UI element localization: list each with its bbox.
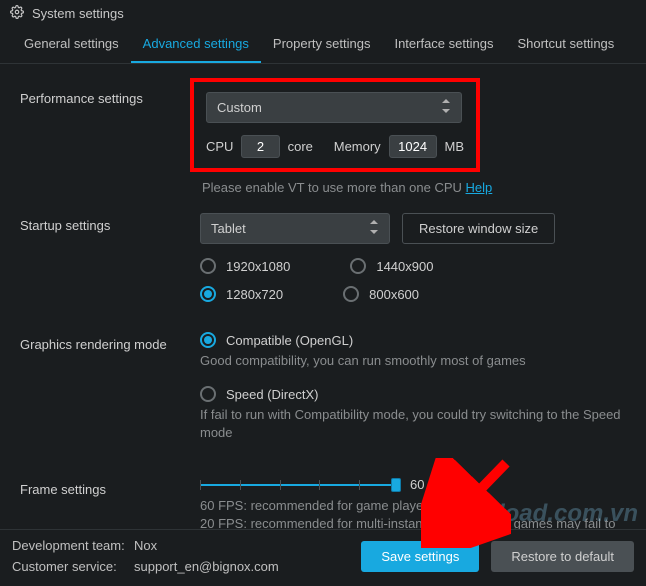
graphics-radio-compatible[interactable]: Compatible (OpenGL)	[200, 332, 626, 348]
resolution-radio-1920x1080[interactable]: 1920x1080	[200, 258, 290, 274]
resolution-label: 1440x900	[376, 259, 433, 274]
resolution-radio-800x600[interactable]: 800x600	[343, 286, 419, 302]
radio-icon	[343, 286, 359, 302]
tab-general[interactable]: General settings	[12, 26, 131, 63]
slider-thumb[interactable]	[391, 478, 401, 492]
graphics-speed-label: Speed (DirectX)	[226, 387, 318, 402]
footer: Development team: Nox Customer service: …	[0, 529, 646, 586]
tab-property[interactable]: Property settings	[261, 26, 383, 63]
tab-shortcut[interactable]: Shortcut settings	[505, 26, 626, 63]
resolution-label: 800x600	[369, 287, 419, 302]
memory-label: Memory	[334, 139, 381, 154]
graphics-label: Graphics rendering mode	[20, 332, 200, 352]
graphics-speed-desc: If fail to run with Compatibility mode, …	[200, 406, 626, 442]
startup-label: Startup settings	[20, 213, 200, 233]
customer-service-label: Customer service:	[12, 559, 134, 574]
core-label: core	[288, 139, 313, 154]
save-settings-button[interactable]: Save settings	[361, 541, 479, 572]
mb-label: MB	[445, 139, 465, 154]
highlight-box: Custom CPU 2 core Memory 1024 MB	[190, 78, 480, 172]
cpu-label: CPU	[206, 139, 233, 154]
fps-slider[interactable]	[200, 477, 400, 493]
frame-label: Frame settings	[20, 477, 200, 497]
customer-service-value: support_en@bignox.com	[134, 559, 279, 574]
performance-label: Performance settings	[20, 86, 200, 106]
startup-mode-select[interactable]: Tablet	[200, 213, 390, 244]
tab-interface[interactable]: Interface settings	[382, 26, 505, 63]
restore-default-button[interactable]: Restore to default	[491, 541, 634, 572]
dev-team-value: Nox	[134, 538, 157, 553]
graphics-compat-desc: Good compatibility, you can run smoothly…	[200, 352, 626, 370]
graphics-radio-speed[interactable]: Speed (DirectX)	[200, 386, 626, 402]
resolution-label: 1280x720	[226, 287, 283, 302]
dev-team-label: Development team:	[12, 538, 134, 553]
radio-icon	[200, 332, 216, 348]
gear-icon	[10, 5, 24, 22]
resolution-label: 1920x1080	[226, 259, 290, 274]
radio-icon	[200, 386, 216, 402]
window-title: System settings	[32, 6, 124, 21]
help-link[interactable]: Help	[466, 180, 493, 195]
restore-window-size-button[interactable]: Restore window size	[402, 213, 555, 244]
performance-mode-select[interactable]: Custom	[206, 92, 462, 123]
tab-advanced[interactable]: Advanced settings	[131, 26, 261, 63]
performance-mode-value: Custom	[217, 100, 262, 115]
memory-input[interactable]: 1024	[389, 135, 437, 158]
vt-hint: Please enable VT to use more than one CP…	[202, 180, 626, 195]
fps-value: 60	[410, 477, 424, 492]
cpu-input[interactable]: 2	[241, 135, 279, 158]
radio-icon	[200, 286, 216, 302]
resolution-radio-1280x720[interactable]: 1280x720	[200, 286, 283, 302]
graphics-compat-label: Compatible (OpenGL)	[226, 333, 353, 348]
resolution-radio-1440x900[interactable]: 1440x900	[350, 258, 433, 274]
tabs: General settings Advanced settings Prope…	[0, 26, 646, 64]
chevron-updown-icon	[441, 99, 451, 116]
radio-icon	[350, 258, 366, 274]
startup-mode-value: Tablet	[211, 221, 246, 236]
chevron-updown-icon	[369, 220, 379, 237]
radio-icon	[200, 258, 216, 274]
title-bar: System settings	[0, 0, 646, 26]
